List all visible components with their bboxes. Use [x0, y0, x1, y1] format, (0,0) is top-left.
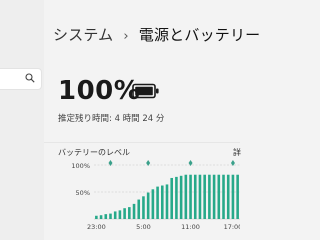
chart-bar — [193, 174, 197, 219]
chart-bar — [226, 174, 230, 219]
battery-percent: 100% — [58, 76, 141, 106]
search-icon — [25, 73, 35, 83]
chart-bar — [236, 174, 239, 219]
chart-bar — [142, 196, 145, 219]
breadcrumb: システム › 電源とバッテリー — [53, 24, 260, 45]
chart-bar — [146, 192, 150, 219]
chart-bar — [137, 199, 141, 219]
chart-bar — [212, 174, 216, 219]
chart-bar — [179, 175, 183, 219]
chart-bar — [184, 174, 188, 219]
y-tick-label: 50% — [76, 189, 90, 197]
chart-bar — [128, 207, 131, 219]
chart-bar — [208, 174, 211, 219]
chart-bar — [99, 215, 103, 219]
chart-bar — [198, 174, 202, 219]
battery-level-chart: 100% 50% 23:00 5:00 11:00 17:00 — [71, 160, 240, 231]
divider — [44, 142, 240, 143]
x-tick-label: 11:00 — [181, 223, 200, 231]
chart-bar — [161, 185, 164, 219]
y-tick-label: 100% — [71, 162, 90, 170]
chart-bar — [203, 174, 206, 219]
page-title: 電源とバッテリー — [138, 26, 261, 44]
chart-bar — [156, 186, 159, 219]
chart-bar — [109, 213, 112, 219]
chart-bar — [222, 174, 225, 219]
chart-bar — [217, 174, 221, 219]
chart-bar — [231, 174, 235, 219]
breadcrumb-separator: › — [123, 29, 129, 44]
chart-bar — [189, 174, 192, 219]
battery-full-icon — [132, 83, 159, 99]
breadcrumb-item-system[interactable]: システム — [53, 26, 113, 44]
chart-bar — [175, 176, 178, 219]
chart-bar — [165, 184, 169, 219]
x-tick-label: 17:00 — [224, 223, 240, 231]
chart-bar — [95, 215, 98, 219]
chart-bar — [113, 211, 117, 219]
chart-bar — [151, 189, 155, 219]
chart-bar — [170, 177, 173, 219]
x-tick-label: 5:00 — [136, 223, 151, 231]
search-input[interactable] — [0, 68, 42, 90]
chart-bar — [123, 208, 126, 219]
chart-bar — [104, 214, 108, 219]
chart-bar — [132, 203, 136, 219]
chart-bar — [118, 210, 122, 219]
x-tick-label: 23:00 — [87, 223, 106, 231]
navigation-sidebar — [0, 0, 44, 240]
remaining-time-text: 推定残り時間: 4 時間 24 分 — [58, 114, 165, 124]
